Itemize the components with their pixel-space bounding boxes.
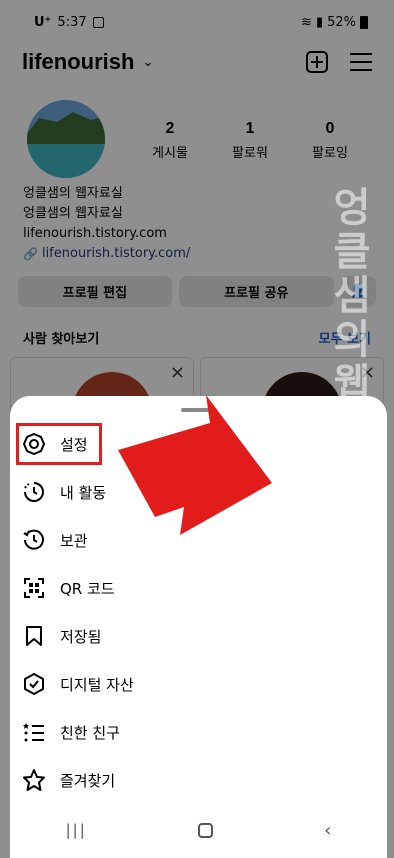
menu-item-label: 저장됨 (60, 627, 102, 646)
menu-item-settings[interactable]: 설정 (10, 420, 387, 468)
star-icon (22, 768, 46, 792)
menu-item-archive[interactable]: 보관 (10, 516, 387, 564)
menu-item-favorites[interactable]: 즐겨찾기 (10, 756, 387, 804)
menu-item-label: 디지털 자산 (60, 675, 134, 694)
activity-icon (22, 480, 46, 504)
menu-item-label: 친한 친구 (60, 723, 120, 742)
close-friends-icon (22, 720, 46, 744)
gear-icon (22, 432, 46, 456)
qr-code-icon (22, 576, 46, 600)
bottom-sheet-menu: 설정 내 활동 보관 QR 코드 저장됨 디지털 자산 친한 친구 즐겨찾기 |… (10, 396, 387, 858)
system-nav-bar: ||| ‹ (10, 802, 387, 858)
archive-icon (22, 528, 46, 552)
menu-item-qr-code[interactable]: QR 코드 (10, 564, 387, 612)
menu-item-close-friends[interactable]: 친한 친구 (10, 708, 387, 756)
bookmark-icon (22, 624, 46, 648)
menu-item-digital-assets[interactable]: 디지털 자산 (10, 660, 387, 708)
menu-list: 설정 내 활동 보관 QR 코드 저장됨 디지털 자산 친한 친구 즐겨찾기 (10, 420, 387, 804)
menu-item-label: 내 활동 (60, 483, 107, 502)
home-icon[interactable] (197, 822, 213, 838)
menu-item-label: QR 코드 (60, 579, 115, 598)
menu-item-label: 보관 (60, 531, 88, 550)
menu-item-saved[interactable]: 저장됨 (10, 612, 387, 660)
menu-item-label: 설정 (60, 435, 88, 454)
back-icon[interactable]: ‹ (324, 820, 331, 841)
menu-item-label: 즐겨찾기 (60, 771, 116, 790)
menu-item-activity[interactable]: 내 활동 (10, 468, 387, 516)
verified-shield-icon (22, 672, 46, 696)
drag-handle[interactable] (180, 408, 217, 412)
recent-apps-icon[interactable]: ||| (66, 821, 87, 839)
